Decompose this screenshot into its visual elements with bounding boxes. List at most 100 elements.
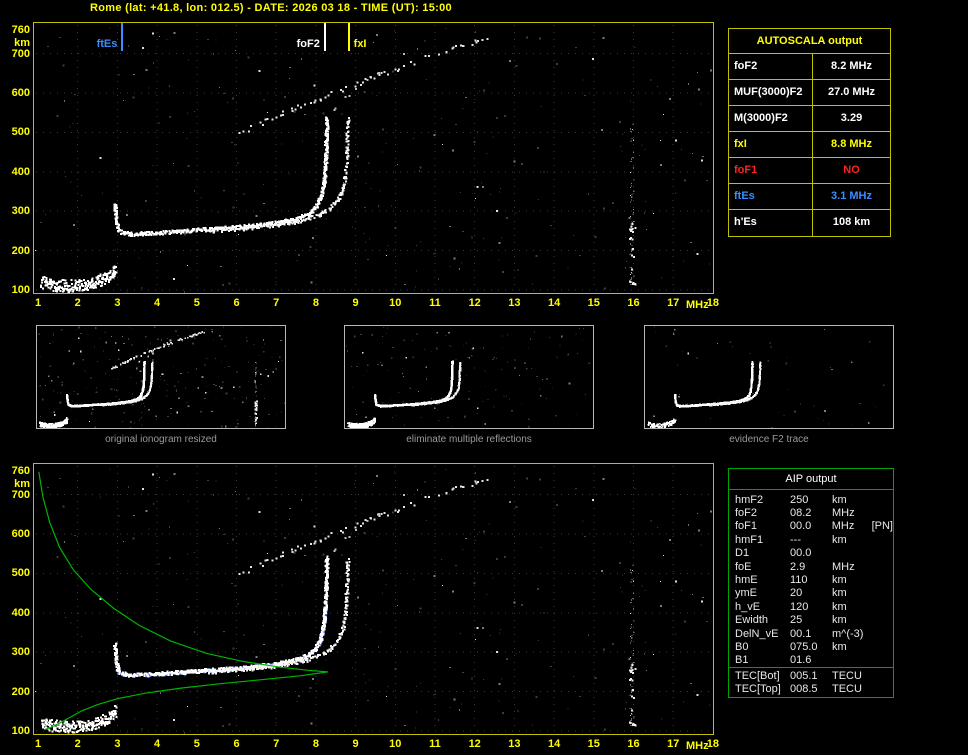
aip-row-label: ymE — [735, 587, 757, 600]
aip-row-unit: TECU — [832, 683, 862, 696]
x-tick-10: 10 — [389, 738, 402, 750]
aip-row-value: 2.9 — [790, 560, 806, 573]
thumbnail-1-canvas — [37, 326, 285, 428]
y-axis-unit-label: km — [14, 478, 30, 490]
autoscala-row-label: ftEs — [729, 184, 813, 209]
aip-row-value: --- — [790, 533, 801, 546]
y-tick-760: 760 — [11, 464, 30, 477]
autoscala-row-value: 3.1 MHz — [831, 190, 872, 202]
aip-row-value: 008.5 — [790, 683, 818, 696]
thumbnail-original-ionogram — [36, 325, 286, 429]
x-tick-9: 9 — [352, 297, 359, 309]
aip-row-hmE: hmE 110 km — [729, 573, 893, 586]
x-tick-8: 8 — [312, 738, 319, 750]
aip-row-label: hmF2 — [735, 493, 764, 506]
profile-ionogram-canvas — [35, 466, 713, 734]
aip-row-label: TEC[Top] — [735, 683, 781, 696]
y-tick-200: 200 — [11, 685, 30, 698]
thumbnail-f2-trace — [644, 325, 894, 429]
aip-row-hmF2: hmF2 250 km — [729, 493, 893, 506]
aip-row-unit: MHz — [832, 507, 855, 520]
y-tick-700: 700 — [11, 47, 30, 60]
autoscala-row-foF2: foF2 8.2 MHz — [729, 54, 890, 80]
x-tick-2: 2 — [74, 738, 81, 750]
aip-row-unit: MHz — [832, 560, 855, 573]
profile-ionogram-plot — [33, 463, 714, 735]
aip-row-TEC[Bot]: TEC[Bot] 005.1 TECU — [729, 669, 893, 682]
x-tick-11: 11 — [429, 738, 441, 750]
aip-row-label: h_vE — [735, 600, 761, 613]
aip-row-value: 120 — [790, 600, 809, 613]
aip-row-label: Ewidth — [735, 614, 769, 627]
y-tick-300: 300 — [11, 646, 30, 659]
y-tick-500: 500 — [11, 126, 30, 139]
autoscala-row-value: 8.8 MHz — [831, 138, 872, 150]
aip-row-label: foE — [735, 560, 752, 573]
tec-table: TEC[Bot] 005.1 TECU TEC[Top] 008.5 TECU — [728, 667, 894, 698]
autoscala-row-MUF(3000)F2: MUF(3000)F2 27.0 MHz — [729, 80, 890, 106]
autoscala-row-ftEs: ftEs 3.1 MHz — [729, 184, 890, 210]
y-tick-600: 600 — [11, 87, 30, 100]
aip-row-Ewidth: Ewidth 25 km — [729, 614, 893, 627]
autoscala-row-M(3000)F2: M(3000)F2 3.29 — [729, 106, 890, 132]
autoscala-row-label: M(3000)F2 — [729, 106, 813, 131]
autoscala-table-header: AUTOSCALA output — [729, 29, 890, 54]
thumbnail-2-canvas — [346, 327, 591, 428]
x-tick-7: 7 — [273, 297, 280, 309]
x-tick-13: 13 — [508, 297, 521, 309]
aip-row-label: hmF1 — [735, 533, 764, 546]
aip-row-DelN_vE: DelN_vE 00.1 m^(-3) — [729, 627, 893, 640]
aip-row-value: 20 — [790, 587, 803, 600]
x-tick-17: 17 — [667, 297, 680, 309]
y-tick-500: 500 — [11, 567, 30, 580]
x-tick-12: 12 — [468, 297, 481, 309]
autoscala-table-rows: foF2 8.2 MHz MUF(3000)F2 27.0 MHz M(3000)F2 3… — [729, 54, 890, 236]
aip-row-value: 00.0 — [789, 520, 812, 533]
y-tick-400: 400 — [11, 165, 30, 178]
x-tick-13: 13 — [508, 738, 521, 750]
aip-row-label: foF1 — [735, 520, 758, 533]
x-tick-15: 15 — [587, 738, 600, 750]
aip-row-label: TEC[Bot] — [735, 669, 780, 682]
x-tick-17: 17 — [667, 738, 680, 750]
aip-row-unit: km — [832, 493, 847, 506]
aip-row-value: 00.1 — [790, 627, 812, 640]
aip-row-label: B0 — [735, 640, 749, 653]
autoscala-row-value: 27.0 MHz — [827, 86, 876, 98]
aip-row-value: 075.0 — [790, 640, 818, 653]
x-tick-5: 5 — [193, 297, 200, 309]
aip-row-B0: B0 075.0 km — [729, 640, 893, 653]
aip-row-unit: km — [832, 587, 847, 600]
aip-row-unit: km — [832, 600, 847, 613]
autoscala-row-value: 3.29 — [840, 112, 863, 124]
aip-row-foE: foE 2.9 MHz — [729, 560, 893, 573]
x-tick-3: 3 — [114, 738, 121, 750]
aip-row-label: DelN_vE — [735, 627, 779, 640]
x-tick-14: 14 — [547, 297, 561, 309]
x-axis-unit-label: MHz — [686, 299, 709, 311]
aip-table-header: AIP output — [729, 469, 893, 490]
x-tick-1: 1 — [34, 297, 42, 309]
marker-label-fxI: fxI — [353, 38, 367, 50]
aip-row-unit: TECU — [832, 669, 862, 682]
y-tick-400: 400 — [11, 606, 30, 619]
marker-label-ftEs: ftEs — [96, 38, 118, 50]
thumbnail-3-canvas — [647, 326, 885, 428]
y-tick-700: 700 — [11, 488, 30, 501]
x-tick-4: 4 — [154, 297, 161, 309]
y-tick-300: 300 — [11, 205, 30, 218]
aip-row-flag: [PN] — [871, 520, 893, 533]
x-tick-4: 4 — [154, 738, 161, 750]
main-ionogram-plot: ftEs foF2 fxI — [33, 22, 714, 294]
aip-row-B1: B1 01.6 — [729, 654, 893, 667]
y-tick-200: 200 — [11, 244, 30, 257]
aip-row-TEC[Top]: TEC[Top] 008.5 TECU — [729, 682, 893, 695]
x-tick-9: 9 — [352, 738, 359, 750]
marker-label-foF2: foF2 — [296, 38, 320, 50]
marker-line-fxI — [347, 23, 350, 51]
aip-row-unit: km — [832, 533, 847, 546]
x-tick-12: 12 — [468, 738, 481, 750]
aip-row-value: 01.6 — [790, 654, 812, 667]
autoscala-row-fxI: fxI 8.8 MHz — [729, 132, 890, 158]
aip-row-ymE: ymE 20 km — [729, 587, 893, 600]
